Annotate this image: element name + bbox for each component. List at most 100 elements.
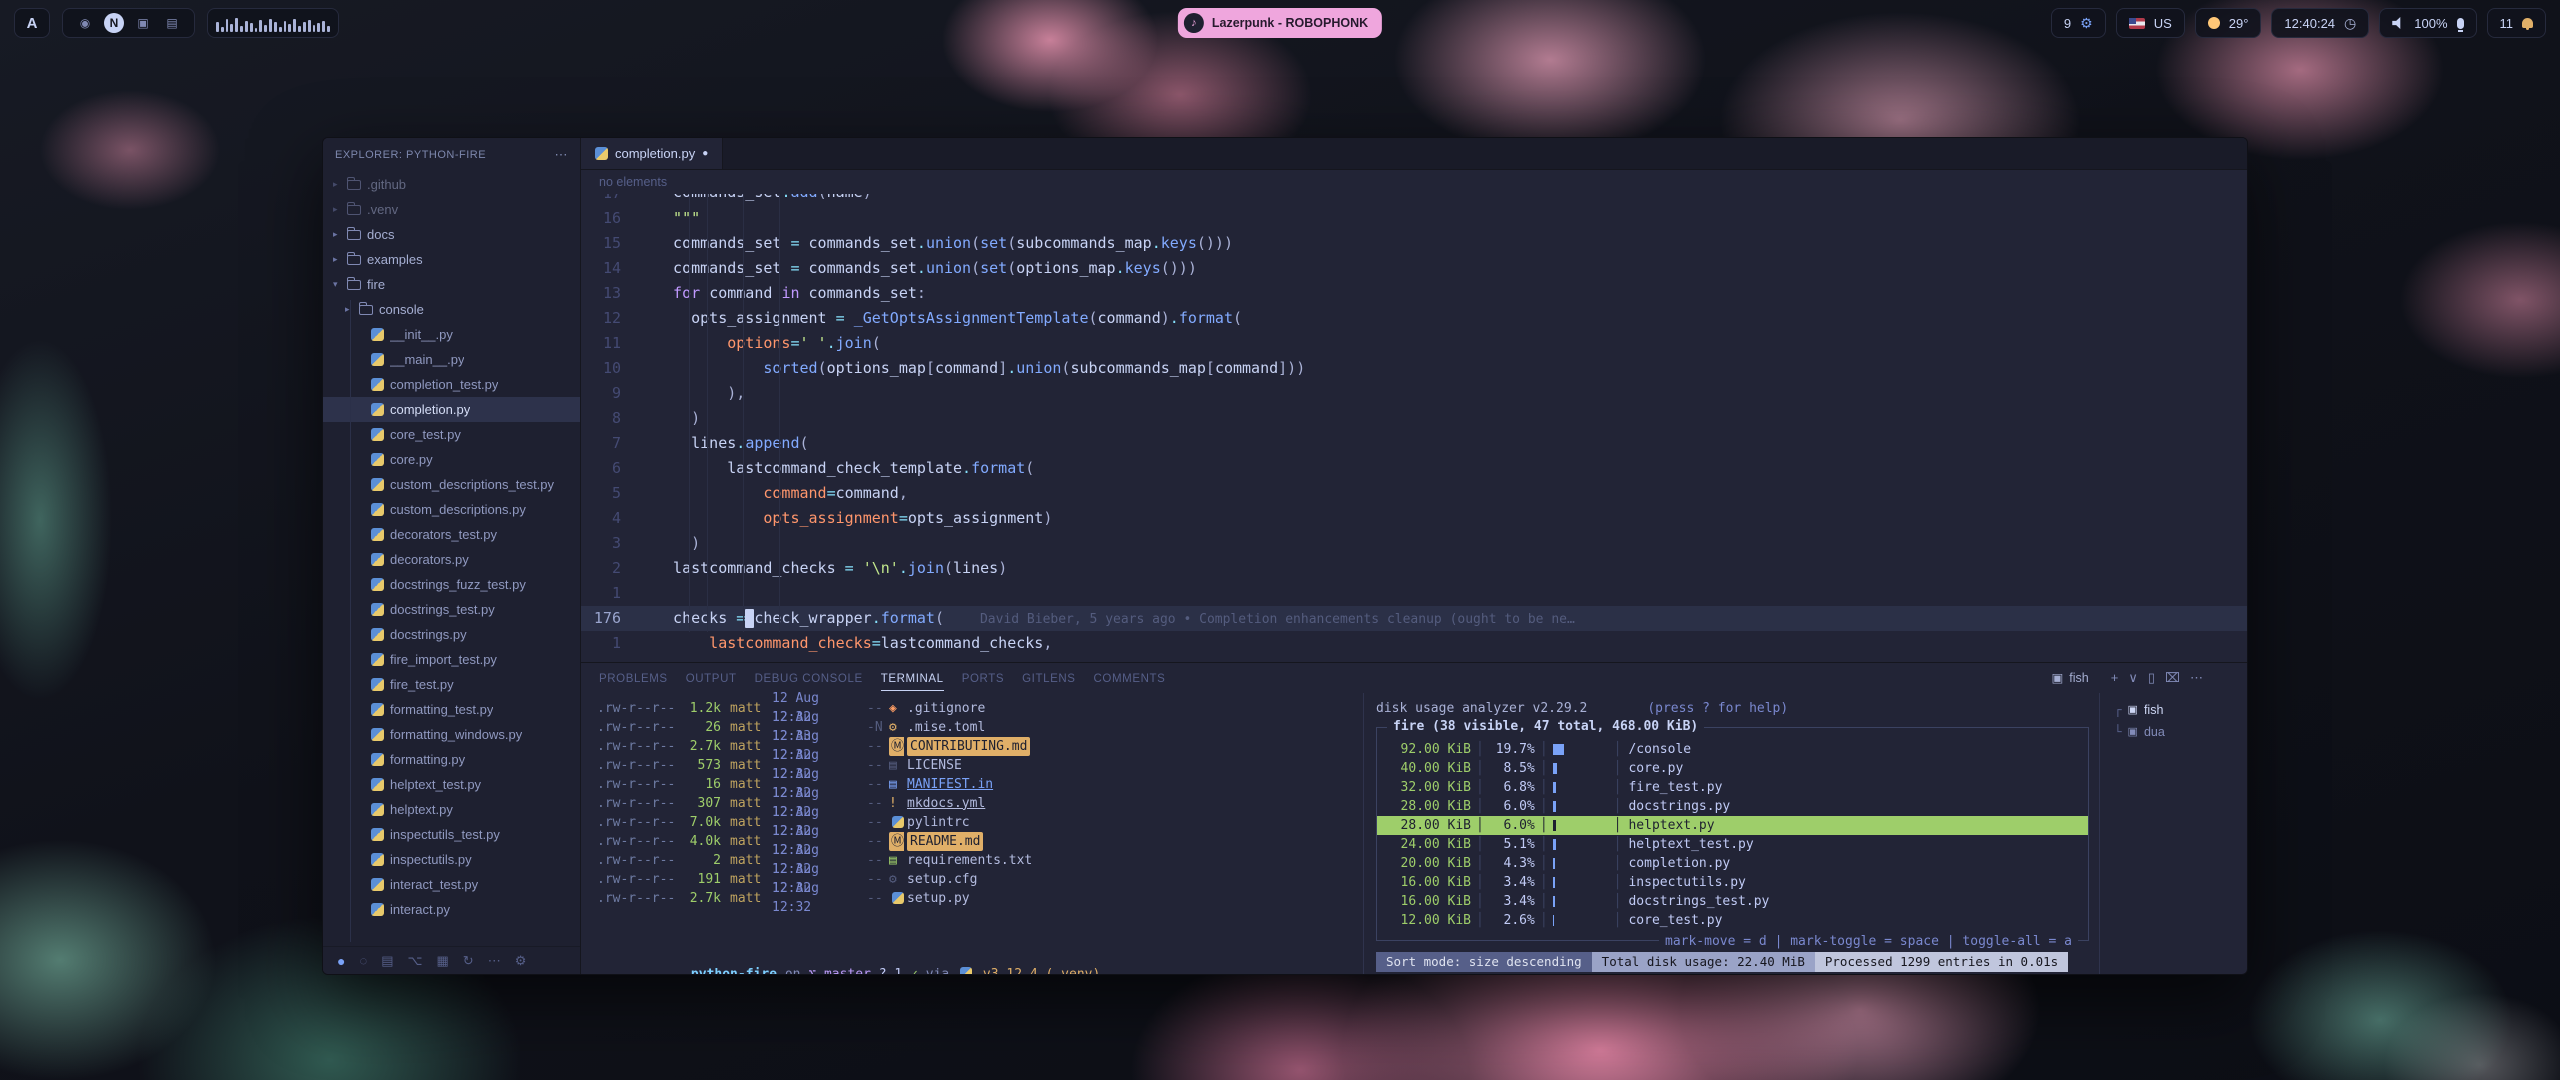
code-line[interactable]: 7 lines.append( [581, 431, 2247, 456]
code-line[interactable]: 1 lastcommand_checks=lastcommand_checks, [581, 631, 2247, 656]
split-terminal[interactable]: ▯ [2148, 670, 2155, 685]
code-line[interactable]: 12 opts_assignment = _GetOptsAssignmentT… [581, 306, 2247, 331]
panel-tab[interactable]: GITLENS [1022, 666, 1075, 690]
workspace-button[interactable]: N [104, 13, 124, 33]
dua-entry-row[interactable]: 28.00 KiB│6.0%││docstrings.py [1387, 797, 2078, 816]
workspace-button[interactable]: ◉ [75, 13, 95, 33]
code-line[interactable]: 8 ) [581, 406, 2247, 431]
file-tree-item[interactable]: fire_import_test.py [323, 647, 580, 672]
file-tree-item[interactable]: ▸ docs [323, 222, 580, 247]
dua-entry-row[interactable]: 24.00 KiB│5.1%││helptext_test.py [1387, 835, 2078, 854]
shell-prompt-input[interactable]: ❯ [597, 946, 1363, 965]
file-tree-item[interactable]: completion_test.py [323, 372, 580, 397]
terminal-fish[interactable]: .rw-r--r-- 1.2k matt 12 Aug 12:32 -- ◈ .… [581, 693, 1363, 974]
terminal-list-item[interactable]: ┌ ▣ fish [2114, 699, 2241, 721]
sync-icon[interactable]: ↻ [463, 953, 474, 969]
volume-widget[interactable]: 100% [2379, 8, 2476, 38]
file-tree-item[interactable]: docstrings.py [323, 622, 580, 647]
notifications-widget[interactable]: 11 [2487, 8, 2547, 38]
file-tree-item[interactable]: __init__.py [323, 322, 580, 347]
settings-icon[interactable]: ⚙ [515, 953, 527, 969]
file-tree-item[interactable]: docstrings_fuzz_test.py [323, 572, 580, 597]
code-line[interactable]: 3 ) [581, 531, 2247, 556]
file-tree-item[interactable]: decorators.py [323, 547, 580, 572]
terminal-profile-button[interactable]: ▣ fish [2051, 670, 2088, 685]
keyboard-layout-widget[interactable]: US [2116, 8, 2185, 38]
code-line[interactable]: 10 sorted(options_map[command].union(sub… [581, 356, 2247, 381]
new-terminal[interactable]: + [2111, 670, 2119, 685]
file-tree-item[interactable]: formatting.py [323, 747, 580, 772]
code-line[interactable]: 13 for command in commands_set: [581, 281, 2247, 306]
code-line[interactable]: 1 [581, 581, 2247, 606]
file-tree-item[interactable]: inspectutils.py [323, 847, 580, 872]
updates-widget[interactable]: 9 ⚙ [2051, 8, 2106, 38]
dua-entry-row[interactable]: 32.00 KiB│6.8%││fire_test.py [1387, 778, 2078, 797]
code-line[interactable]: 4 opts_assignment=opts_assignment) [581, 506, 2247, 531]
file-tree-item[interactable]: custom_descriptions_test.py [323, 472, 580, 497]
modified-dot-icon[interactable]: ● [702, 148, 708, 159]
dua-entry-row[interactable]: 92.00 KiB│19.7%││/console [1387, 740, 2078, 759]
code-line[interactable]: 14 commands_set = commands_set.union(set… [581, 256, 2247, 281]
file-tree-item[interactable]: formatting_windows.py [323, 722, 580, 747]
code-line[interactable]: 176 checks =check_wrapper.format(David B… [581, 606, 2247, 631]
panel-tab[interactable]: DEBUG CONSOLE [755, 666, 863, 690]
code-line[interactable]: 9 ), [581, 381, 2247, 406]
file-tree-item[interactable]: __main__.py [323, 347, 580, 372]
code-line[interactable]: 2 lastcommand_checks = '\n'.join(lines) [581, 556, 2247, 581]
file-tree-item[interactable]: completion.py [323, 397, 580, 422]
file-tree-item[interactable]: fire_test.py [323, 672, 580, 697]
explorer-menu-icon[interactable]: ⋯ [555, 147, 569, 163]
dua-entry-row[interactable]: 16.00 KiB│3.4%││inspectutils.py [1387, 873, 2078, 892]
panel-tab[interactable]: COMMENTS [1094, 666, 1166, 690]
media-widget[interactable]: ♪ Lazerpunk - ROBOPHONK [1178, 8, 1382, 38]
code-line[interactable]: 5 command=command, [581, 481, 2247, 506]
kill-terminal[interactable]: ⌧ [2165, 670, 2180, 685]
file-tree-item[interactable]: ▸ .venv [323, 197, 580, 222]
extensions-icon[interactable]: ▦ [436, 953, 448, 969]
code-line[interactable]: 16 """ [581, 206, 2247, 231]
weather-widget[interactable]: 29° [2195, 8, 2262, 38]
dua-entry-row[interactable]: 40.00 KiB│8.5%││core.py [1387, 759, 2078, 778]
workspace-button[interactable]: ▣ [133, 13, 153, 33]
file-tree-item[interactable]: ▸ examples [323, 247, 580, 272]
more-icon[interactable]: ⋯ [488, 953, 501, 969]
file-tree-item[interactable]: core.py [323, 447, 580, 472]
file-tree-item[interactable]: ▾ fire [323, 272, 580, 297]
dua-entry-row[interactable]: 28.00 KiB│6.0%││helptext.py [1377, 816, 2088, 835]
code-line[interactable]: 11 options=' '.join( [581, 331, 2247, 356]
remote-icon[interactable]: ● [337, 953, 345, 969]
workspace-button[interactable]: ▤ [162, 13, 182, 33]
file-tree-item[interactable]: helptext_test.py [323, 772, 580, 797]
panel-tab[interactable]: TERMINAL [881, 666, 944, 691]
file-tree-item[interactable]: interact.py [323, 897, 580, 922]
code-line[interactable]: 6 lastcommand_check_template.format( [581, 456, 2247, 481]
dua-entry-row[interactable]: 16.00 KiB│3.4%││docstrings_test.py [1387, 892, 2078, 911]
dua-entry-row[interactable]: 12.00 KiB│2.6%││core_test.py [1387, 911, 2078, 930]
file-tree-item[interactable]: ▸ .github [323, 172, 580, 197]
code-line[interactable]: 17 commands_set.add(name) [581, 194, 2247, 206]
dua-entry-row[interactable]: 20.00 KiB│4.3%││completion.py [1387, 854, 2078, 873]
file-tree-item[interactable]: ▸ console [323, 297, 580, 322]
code-line[interactable]: 15 commands_set = commands_set.union(set… [581, 231, 2247, 256]
breadcrumb[interactable]: no elements [581, 170, 2247, 194]
terminal-dua[interactable]: disk usage analyzer v2.29.2 (press ? for… [1363, 693, 2099, 974]
source-control-icon[interactable]: ⌥ [408, 953, 423, 969]
search-icon[interactable]: ◌ [359, 953, 367, 968]
files-icon[interactable]: ▤ [381, 953, 393, 969]
file-tree-item[interactable]: inspectutils_test.py [323, 822, 580, 847]
panel-tab[interactable]: PORTS [962, 666, 1004, 690]
code-editor[interactable]: 17 commands_set.add(name) 16 """ 15 comm… [581, 194, 2247, 662]
profile-dropdown[interactable]: ∨ [2128, 670, 2138, 685]
panel-tab[interactable]: OUTPUT [686, 666, 737, 690]
file-tree-item[interactable]: interact_test.py [323, 872, 580, 897]
file-tree-item[interactable]: custom_descriptions.py [323, 497, 580, 522]
file-tree-item[interactable]: decorators_test.py [323, 522, 580, 547]
system-graph-widget[interactable] [207, 8, 339, 38]
file-tree-item[interactable]: helptext.py [323, 797, 580, 822]
file-tree-item[interactable]: core_test.py [323, 422, 580, 447]
launcher-button[interactable]: A [14, 8, 50, 38]
tab-completion-py[interactable]: completion.py ● [581, 138, 723, 169]
more-actions[interactable]: ⋯ [2190, 670, 2203, 685]
file-tree-item[interactable]: formatting_test.py [323, 697, 580, 722]
file-tree-item[interactable]: docstrings_test.py [323, 597, 580, 622]
